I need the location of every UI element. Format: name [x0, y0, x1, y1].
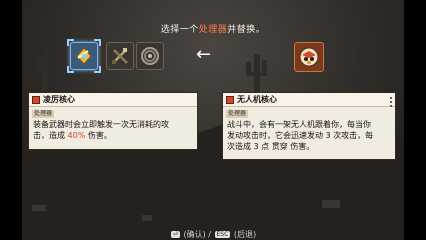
- selection-corner: [94, 39, 101, 46]
- left-frame-border: [0, 0, 22, 240]
- game-screen: 选择一个处理器并替换。 ← 凌厉核心 处理器 装备武器时会立即触发一次无消耗的攻…: [0, 0, 426, 240]
- enter-key-icon[interactable]: ⏎: [170, 231, 180, 238]
- processor-badge-icon: [226, 95, 234, 104]
- new-processor-slot[interactable]: [294, 42, 324, 72]
- new-card-title: 无人机核心: [237, 95, 277, 104]
- new-processor-card: 无人机核心 处理器 战斗中，会有一架无人机跟着你，每当你 发动攻击时，它会迅速发…: [222, 92, 396, 160]
- current-card-description: 装备武器时会立即触发一次无消耗的攻 击，造成 40% 伤害。: [29, 118, 197, 141]
- prompt-highlight: 处理器: [198, 25, 228, 35]
- right-frame-border: [404, 0, 426, 240]
- processor-slot-2[interactable]: [106, 42, 134, 70]
- new-card-line-3: 次造成 3 点 贯穿 伤害。: [227, 142, 315, 151]
- card-title-row: 凌厉核心: [29, 93, 197, 107]
- new-card-line-1: 战斗中，会有一架无人机跟着你，每当你: [227, 120, 371, 129]
- prompt-text-after: 并替换。: [227, 25, 266, 35]
- esc-key-icon[interactable]: ESC: [214, 231, 231, 238]
- new-card-line-2: 发动攻击时，它会迅速发动 3 次攻击，每: [227, 131, 374, 140]
- processor-slot-3[interactable]: [136, 42, 164, 70]
- key-hints: ⏎ (确认) / ESC (后退): [170, 230, 257, 239]
- current-processor-card: 凌厉核心 处理器 装备武器时会立即触发一次无消耗的攻 击，造成 40% 伤害。: [28, 92, 198, 150]
- confirm-label: (确认): [183, 230, 206, 239]
- scroll-indicator: [390, 97, 392, 107]
- target-rings-icon: [141, 47, 159, 65]
- current-card-subtitle: 处理器: [32, 110, 55, 118]
- current-card-line-2-end: 伤害。: [85, 131, 112, 140]
- selection-corner: [94, 66, 101, 73]
- processor-slot-1[interactable]: [67, 39, 101, 73]
- new-card-subtitle: 处理器: [226, 110, 249, 118]
- selection-corner: [67, 66, 74, 73]
- crossed-swords-icon: [112, 48, 128, 64]
- replace-arrow-icon: ←: [196, 44, 212, 65]
- instruction-prompt: 选择一个处理器并替换。: [0, 22, 426, 35]
- drone-processor-icon: [299, 47, 319, 67]
- current-card-line-2-text: 击，造成: [33, 131, 68, 140]
- new-card-description: 战斗中，会有一架无人机跟着你，每当你 发动攻击时，它会迅速发动 3 次攻击，每 …: [223, 118, 395, 152]
- selection-corner: [67, 39, 74, 46]
- processor-badge-icon: [32, 95, 40, 104]
- current-card-line-1: 装备武器时会立即触发一次无消耗的攻: [33, 120, 169, 129]
- back-label: (后退): [233, 230, 257, 239]
- card-title-row: 无人机核心: [223, 93, 395, 107]
- current-card-line-2: 击，造成 40% 伤害。: [33, 130, 193, 141]
- current-card-title: 凌厉核心: [43, 95, 75, 104]
- prompt-text-before: 选择一个: [160, 25, 199, 35]
- crystal-core-icon: [76, 47, 92, 65]
- damage-percent: 40%: [67, 131, 86, 140]
